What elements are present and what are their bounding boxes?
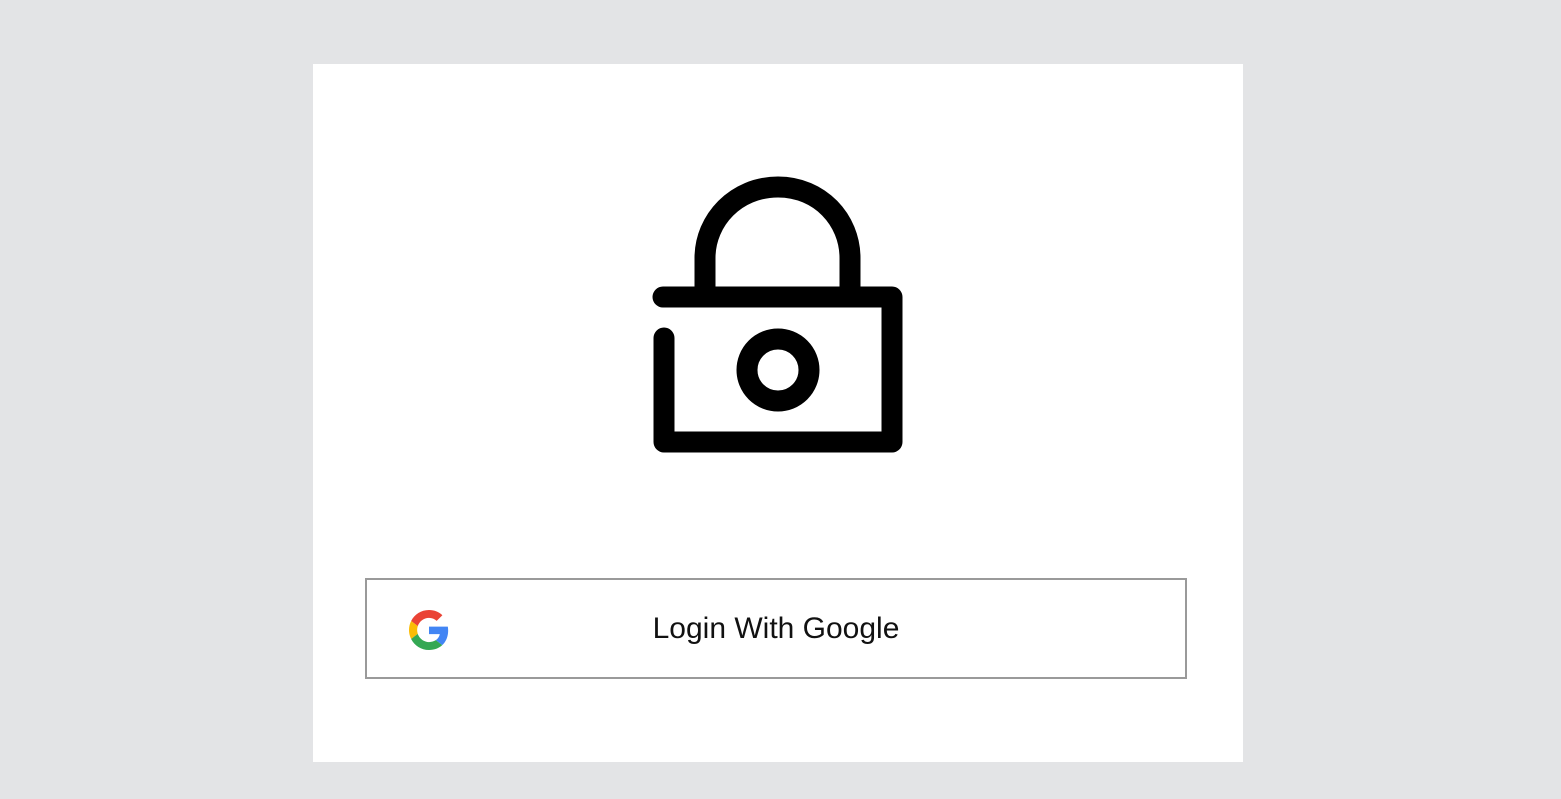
- login-button-label: Login With Google: [652, 611, 900, 645]
- lock-icon: [652, 176, 903, 453]
- page-background: Login With Google: [0, 0, 1561, 799]
- login-with-google-button[interactable]: Login With Google: [365, 578, 1187, 679]
